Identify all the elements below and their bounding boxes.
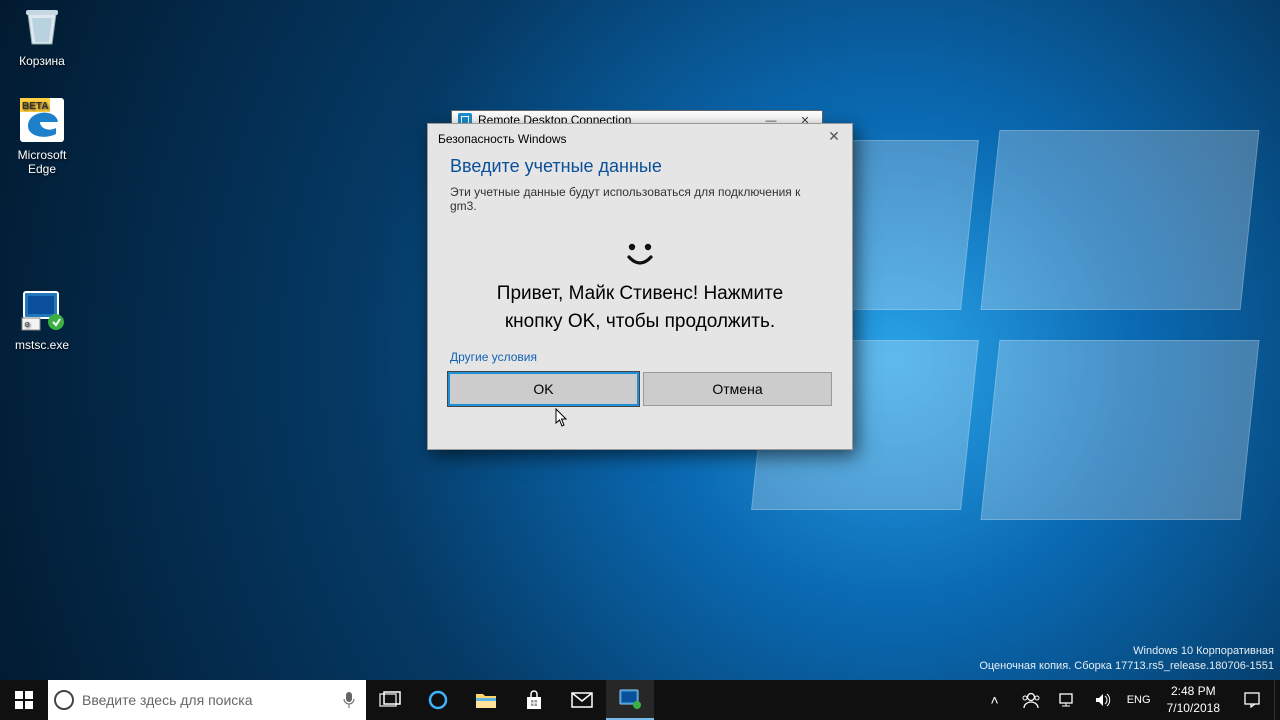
store-icon [523,689,545,711]
recycle-bin-icon [18,2,66,50]
action-center-icon [1243,691,1261,709]
microphone-icon[interactable] [342,691,356,709]
tray-people-icon[interactable] [1013,680,1049,720]
clock-date: 7/10/2018 [1167,700,1220,717]
mstsc-icon: ⚙ [18,286,66,334]
svg-text:BETA: BETA [22,101,48,112]
desktop-icon-label: Microsoft Edge [4,148,80,176]
ok-button[interactable]: OK [448,372,639,406]
dialog-close-button[interactable]: ✕ [820,128,848,150]
system-tray: ˄ ENG 2:48 PM 7/10/2018 [977,680,1280,720]
taskbar-app-rdc[interactable] [606,680,654,720]
taskbar-app-cortana[interactable] [414,680,462,720]
desktop-icon-label: Корзина [4,54,80,68]
show-desktop-button[interactable] [1274,680,1280,720]
task-view-icon [379,691,401,709]
desktop-icon-edge[interactable]: BETA Microsoft Edge [4,96,80,176]
mouse-cursor [555,408,569,428]
desktop-icon-recycle-bin[interactable]: Корзина [4,2,80,68]
edge-icon: BETA [18,96,66,144]
svg-text:⚙: ⚙ [24,321,30,329]
start-button[interactable] [0,680,48,720]
windows-hello-smiley-icon [428,241,852,272]
taskbar-app-store[interactable] [510,680,558,720]
dialog-header: Введите учетные данные [428,154,852,185]
cancel-button[interactable]: Отмена [643,372,832,406]
file-explorer-icon [475,690,497,710]
tray-network-icon[interactable] [1049,680,1085,720]
mail-icon [571,691,593,709]
taskbar-app-explorer[interactable] [462,680,510,720]
search-box[interactable]: Введите здесь для поиска [48,680,366,720]
clock-time: 2:48 PM [1167,683,1220,700]
activation-watermark: Windows 10 Корпоративная Оценочная копия… [979,644,1274,674]
rdc-taskbar-icon [618,688,642,710]
dialog-title: Безопасность Windows [428,124,852,154]
taskbar-app-mail[interactable] [558,680,606,720]
desktop-icon-label: mstsc.exe [4,338,80,352]
cortana-icon [54,690,74,710]
more-choices-link[interactable]: Другие условия [428,336,852,372]
dialog-subtext: Эти учетные данные будут использоваться … [428,185,852,213]
tray-language-icon[interactable]: ENG [1121,680,1157,720]
windows-logo-icon [15,691,33,709]
windows-security-dialog: Безопасность Windows ✕ Введите учетные д… [427,123,853,450]
tray-overflow-button[interactable]: ˄ [977,680,1013,720]
search-placeholder: Введите здесь для поиска [82,692,252,708]
taskbar-clock[interactable]: 2:48 PM 7/10/2018 [1157,680,1230,720]
action-center-button[interactable] [1230,680,1274,720]
desktop-icon-mstsc[interactable]: ⚙ mstsc.exe [4,286,80,352]
cortana-app-icon [427,689,449,711]
tray-volume-icon[interactable] [1085,680,1121,720]
dialog-greeting: Привет, Майк Стивенс! Нажмите кнопку OK,… [428,272,852,336]
taskbar: Введите здесь для поиска [0,680,1280,720]
task-view-button[interactable] [366,680,414,720]
